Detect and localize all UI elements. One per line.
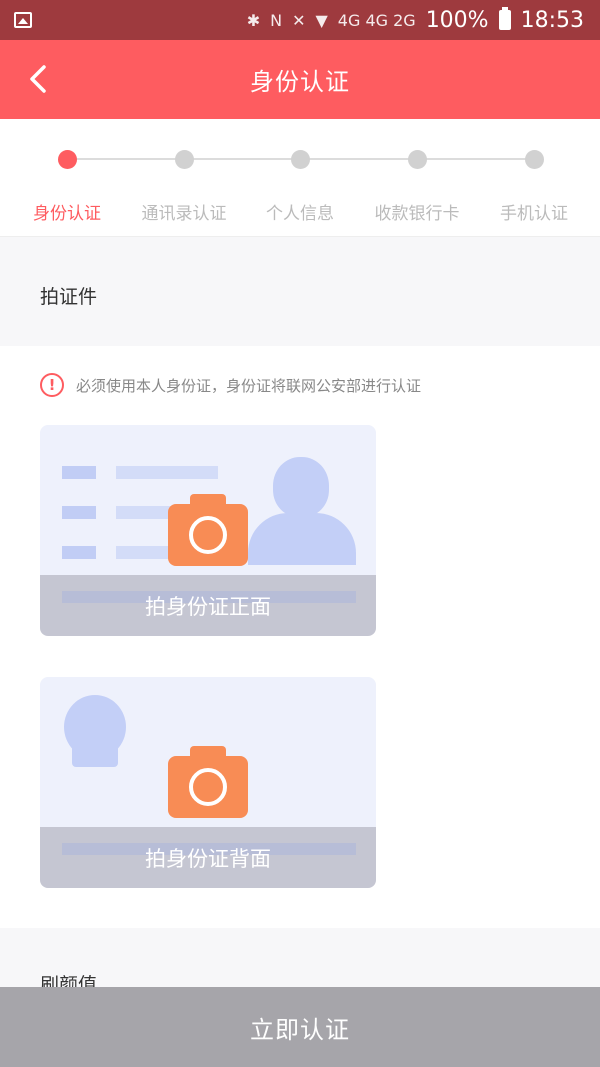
step-identity: 身份认证: [7, 119, 127, 237]
step-label: 通讯录认证: [141, 204, 227, 224]
step-dot: [175, 150, 194, 169]
nfc-icon: N: [270, 10, 283, 30]
front-label: 拍身份证正面: [145, 595, 271, 619]
battery-icon: [498, 7, 511, 30]
section-title-face: 刷颜值: [0, 928, 600, 988]
gallery-notification-icon: [14, 12, 32, 28]
status-right: ✱ N ✕ ▼ 4G 4G 2G 100% 18:53: [246, 7, 584, 33]
network-label: 4G 4G 2G: [337, 10, 416, 30]
step-dot: [291, 150, 310, 169]
card-line: [62, 506, 96, 519]
bluetooth-icon: ✱: [246, 10, 261, 30]
step-bank-card: 收款银行卡: [357, 119, 477, 237]
id-notice: ! 必须使用本人身份证，身份证将联网公安部进行认证: [40, 373, 421, 397]
step-progress: 身份认证 通讯录认证 个人信息 收款银行卡 手机认证: [0, 119, 600, 237]
portrait-head: [273, 457, 329, 517]
step-label: 收款银行卡: [374, 204, 460, 224]
id-upload-section: ! 必须使用本人身份证，身份证将联网公安部进行认证 拍身份证正面 拍身份证背面: [0, 346, 600, 928]
card-overlay: 拍身份证背面: [40, 827, 376, 888]
step-dot: [408, 150, 427, 169]
portrait-body: [248, 513, 356, 565]
back-label: 拍身份证背面: [145, 847, 271, 871]
step-label: 个人信息: [266, 204, 334, 224]
id-front-upload[interactable]: 拍身份证正面: [40, 425, 376, 636]
step-contacts: 通讯录认证: [124, 119, 244, 237]
wifi-icon: ▼: [315, 10, 328, 30]
step-phone: 手机认证: [474, 119, 594, 237]
app-header: 身份认证: [0, 40, 600, 119]
notice-text: 必须使用本人身份证，身份证将联网公安部进行认证: [76, 376, 422, 395]
national-emblem-icon: [64, 695, 126, 767]
step-dot: [525, 150, 544, 169]
card-line: [116, 506, 176, 519]
status-bar: ✱ N ✕ ▼ 4G 4G 2G 100% 18:53: [0, 0, 600, 40]
mute-icon: ✕: [292, 10, 306, 30]
warning-icon: !: [40, 373, 64, 397]
section-title-id: 拍证件: [0, 238, 600, 346]
camera-icon: [168, 746, 248, 818]
submit-button[interactable]: 立即认证: [0, 987, 600, 1067]
battery-percent: 100%: [425, 7, 489, 33]
card-line: [62, 546, 96, 559]
step-dot: [58, 150, 77, 169]
step-label: 手机认证: [500, 204, 568, 224]
camera-icon: [168, 494, 248, 566]
card-line: [116, 546, 176, 559]
card-line: [116, 466, 218, 479]
page-title: 身份认证: [250, 68, 350, 96]
card-line: [62, 466, 96, 479]
back-arrow-icon[interactable]: [26, 64, 56, 94]
clock: 18:53: [520, 7, 584, 33]
step-label: 身份认证: [33, 204, 101, 224]
status-left: [14, 12, 32, 28]
id-back-upload[interactable]: 拍身份证背面: [40, 677, 376, 888]
step-personal-info: 个人信息: [240, 119, 360, 237]
card-overlay: 拍身份证正面: [40, 575, 376, 636]
